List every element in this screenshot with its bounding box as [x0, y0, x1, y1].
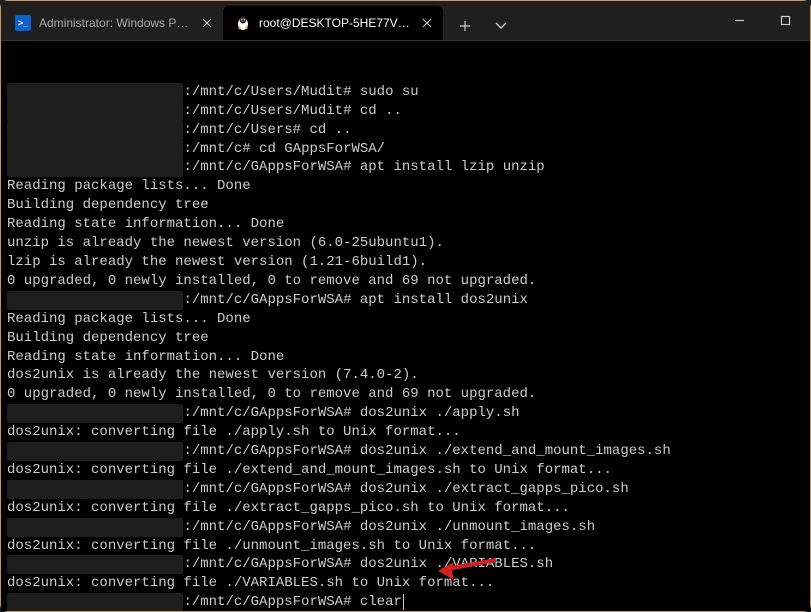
- command-text: cd GAppsForWSA/: [251, 141, 385, 157]
- command-text: cd ..: [301, 122, 351, 138]
- command-text: apt install lzip unzip: [351, 159, 544, 175]
- linux-icon: [235, 15, 251, 31]
- tab-title: root@DESKTOP-5HE77VO: /mn: [259, 16, 413, 30]
- command-text: dos2unix ./VARIABLES.sh: [351, 556, 553, 572]
- prompt-path: :/mnt/c/GAppsForWSA#: [183, 556, 351, 572]
- prompt-path: :/mnt/c/GAppsForWSA#: [183, 405, 351, 421]
- close-icon[interactable]: [421, 16, 433, 30]
- redacted-hostname: [7, 121, 183, 140]
- terminal-line: :/mnt/c/Users/Mudit# cd ..: [7, 102, 804, 121]
- prompt-path: :/mnt/c/Users/Mudit#: [183, 84, 351, 100]
- redacted-hostname: [7, 83, 183, 102]
- terminal-line: 0 upgraded, 0 newly installed, 0 to remo…: [7, 385, 804, 404]
- tab-linux[interactable]: root@DESKTOP-5HE77VO: /mn: [223, 6, 443, 40]
- minimize-button[interactable]: [716, 6, 762, 36]
- maximize-button[interactable]: [762, 6, 808, 36]
- redacted-hostname: [7, 442, 183, 461]
- tab-title: Administrator: Windows PowerS: [39, 16, 192, 30]
- prompt-path: :/mnt/c#: [183, 141, 250, 157]
- terminal-line: dos2unix: converting file ./apply.sh to …: [7, 423, 804, 442]
- terminal-line: :/mnt/c/Users# cd ..: [7, 121, 804, 140]
- tab-powershell[interactable]: >_ Administrator: Windows PowerS: [3, 6, 223, 40]
- prompt-path: :/mnt/c/Users/Mudit#: [183, 103, 351, 119]
- terminal-line: Reading state information... Done: [7, 215, 804, 234]
- tabs-container: >_ Administrator: Windows PowerS: [3, 1, 716, 40]
- prompt-path: :/mnt/c/Users#: [183, 122, 301, 138]
- command-text: sudo su: [351, 84, 418, 100]
- terminal-line: Building dependency tree: [7, 196, 804, 215]
- redacted-hostname: [7, 518, 183, 537]
- terminal-line: dos2unix: converting file ./extend_and_m…: [7, 461, 804, 480]
- tab-dropdown-button[interactable]: [485, 12, 517, 40]
- redacted-hostname: [7, 480, 183, 499]
- redacted-hostname: [7, 102, 183, 121]
- redacted-hostname: [7, 291, 183, 310]
- text-cursor: [403, 594, 404, 610]
- terminal-line: dos2unix: converting file ./unmount_imag…: [7, 537, 804, 556]
- command-text: dos2unix ./extract_gapps_pico.sh: [351, 481, 628, 497]
- terminal-line: dos2unix: converting file ./VARIABLES.sh…: [7, 574, 804, 593]
- terminal-line: dos2unix: converting file ./extract_gapp…: [7, 499, 804, 518]
- command-text: cd ..: [351, 103, 401, 119]
- terminal-line: :/mnt/c/Users/Mudit# sudo su: [7, 83, 804, 102]
- window-controls: [716, 6, 808, 36]
- terminal-line: 0 upgraded, 0 newly installed, 0 to remo…: [7, 272, 804, 291]
- terminal-line: :/mnt/c/GAppsForWSA# apt install dos2uni…: [7, 291, 804, 310]
- prompt-path: :/mnt/c/GAppsForWSA#: [183, 594, 351, 610]
- tab-actions: [443, 12, 523, 40]
- terminal-line: :/mnt/c/GAppsForWSA# dos2unix ./extract_…: [7, 480, 804, 499]
- terminal-line: Reading package lists... Done: [7, 177, 804, 196]
- prompt-path: :/mnt/c/GAppsForWSA#: [183, 292, 351, 308]
- titlebar: >_ Administrator: Windows PowerS: [1, 1, 810, 41]
- terminal-line: unzip is already the newest version (6.0…: [7, 234, 804, 253]
- command-text: dos2unix ./extend_and_mount_images.sh: [351, 443, 670, 459]
- command-text: dos2unix ./apply.sh: [351, 405, 519, 421]
- redacted-hostname: [7, 593, 183, 611]
- redacted-hostname: [7, 140, 183, 159]
- command-text: dos2unix ./unmount_images.sh: [351, 519, 595, 535]
- prompt-path: :/mnt/c/GAppsForWSA#: [183, 443, 351, 459]
- redacted-hostname: [7, 158, 183, 177]
- terminal-line: :/mnt/c/GAppsForWSA# dos2unix ./unmount_…: [7, 518, 804, 537]
- terminal-line: :/mnt/c/GAppsForWSA# dos2unix ./extend_a…: [7, 442, 804, 461]
- terminal-line: Reading state information... Done: [7, 348, 804, 367]
- terminal-line: lzip is already the newest version (1.21…: [7, 253, 804, 272]
- terminal-line: Reading package lists... Done: [7, 310, 804, 329]
- prompt-path: :/mnt/c/GAppsForWSA#: [183, 481, 351, 497]
- terminal-line: :/mnt/c/GAppsForWSA# clear: [7, 593, 804, 611]
- close-icon[interactable]: [200, 16, 213, 30]
- terminal-line: :/mnt/c/GAppsForWSA# apt install lzip un…: [7, 158, 804, 177]
- prompt-path: :/mnt/c/GAppsForWSA#: [183, 519, 351, 535]
- command-text: apt install dos2unix: [351, 292, 527, 308]
- terminal-line: Building dependency tree: [7, 329, 804, 348]
- command-text: clear: [351, 594, 401, 610]
- prompt-path: :/mnt/c/GAppsForWSA#: [183, 159, 351, 175]
- terminal-line: :/mnt/c# cd GAppsForWSA/: [7, 140, 804, 159]
- terminal-line: :/mnt/c/GAppsForWSA# dos2unix ./VARIABLE…: [7, 555, 804, 574]
- terminal-line: dos2unix is already the newest version (…: [7, 366, 804, 385]
- new-tab-button[interactable]: [449, 12, 481, 40]
- powershell-icon: >_: [15, 15, 31, 31]
- redacted-hostname: [7, 404, 183, 423]
- redacted-hostname: [7, 555, 183, 574]
- terminal-line: :/mnt/c/GAppsForWSA# dos2unix ./apply.sh: [7, 404, 804, 423]
- terminal-output[interactable]: :/mnt/c/Users/Mudit# sudo su :/mnt/c/Use…: [1, 41, 810, 611]
